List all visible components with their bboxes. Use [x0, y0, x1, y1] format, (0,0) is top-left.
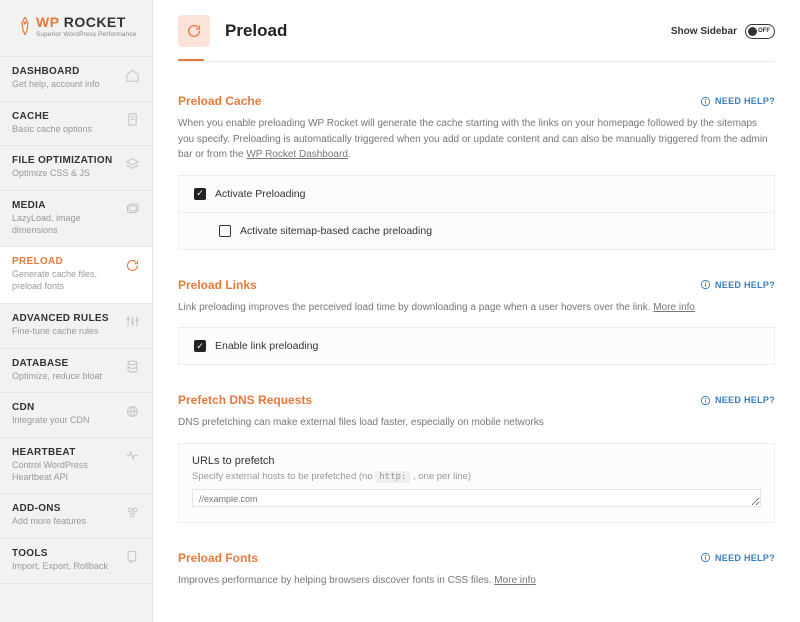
option-box: Enable link preloading	[178, 327, 775, 365]
layers-icon	[124, 156, 140, 172]
checkbox[interactable]	[219, 225, 231, 237]
nav-cdn[interactable]: CDNIntegrate your CDN	[0, 392, 152, 437]
media-icon	[125, 201, 140, 217]
nav-tools[interactable]: TOOLSImport, Export, Rollback	[0, 538, 152, 584]
page-header: Preload Show Sidebar OFF	[178, 15, 775, 59]
section-preload-fonts: Preload Fonts NEED HELP? Improves perfor…	[178, 551, 775, 589]
sidebar: WP ROCKET Superior WordPress Performance…	[0, 0, 153, 622]
section-preload-cache: Preload Cache NEED HELP? When you enable…	[178, 94, 775, 250]
heartbeat-icon	[125, 448, 140, 464]
need-help-link[interactable]: NEED HELP?	[700, 552, 775, 563]
preload-page-icon	[178, 15, 210, 47]
option-sitemap-preloading[interactable]: Activate sitemap-based cache preloading	[179, 212, 774, 249]
dashboard-link[interactable]: WP Rocket Dashboard	[246, 149, 348, 160]
need-help-link[interactable]: NEED HELP?	[700, 96, 775, 107]
nav-addons[interactable]: ADD-ONSAdd more features	[0, 493, 152, 538]
field-subtitle: Specify external hosts to be prefetched …	[192, 471, 761, 482]
refresh-icon	[125, 257, 140, 273]
main-content: Preload Show Sidebar OFF Preload Cache N…	[153, 0, 800, 622]
info-icon	[700, 552, 711, 563]
checkbox[interactable]	[194, 340, 206, 352]
section-description: When you enable preloading WP Rocket wil…	[178, 116, 775, 163]
more-info-link[interactable]: More info	[653, 302, 695, 313]
document-icon	[124, 112, 140, 128]
sliders-icon	[124, 314, 140, 330]
tools-icon	[124, 549, 140, 565]
urls-prefetch-textarea[interactable]	[192, 489, 761, 507]
section-title: Preload Fonts	[178, 551, 258, 565]
rocket-logo-icon	[18, 17, 32, 35]
nav-advanced-rules[interactable]: ADVANCED RULESFine-tune cache rules	[0, 303, 152, 348]
page-title: Preload	[225, 21, 656, 41]
more-info-link[interactable]: More info	[494, 575, 536, 586]
nav-heartbeat[interactable]: HEARTBEATControl WordPress Heartbeat API	[0, 437, 152, 493]
nav-media[interactable]: MEDIALazyLoad, image dimensions	[0, 190, 152, 246]
nav-cache[interactable]: CACHEBasic cache options	[0, 101, 152, 146]
option-activate-preloading[interactable]: Activate Preloading	[179, 176, 774, 212]
show-sidebar-label: Show Sidebar	[671, 26, 737, 37]
nav-database[interactable]: DATABASEOptimize, reduce bloat	[0, 348, 152, 393]
nav-file-optimization[interactable]: FILE OPTIMIZATIONOptimize CSS & JS	[0, 145, 152, 190]
need-help-link[interactable]: NEED HELP?	[700, 279, 775, 290]
info-icon	[700, 96, 711, 107]
home-icon	[124, 67, 140, 83]
option-enable-link-preloading[interactable]: Enable link preloading	[179, 328, 774, 364]
nav: DASHBOARDGet help, account info CACHEBas…	[0, 56, 152, 584]
section-title: Preload Cache	[178, 94, 261, 108]
database-icon	[124, 359, 140, 375]
section-title: Preload Links	[178, 278, 257, 292]
nav-dashboard[interactable]: DASHBOARDGet help, account info	[0, 56, 152, 101]
info-icon	[700, 279, 711, 290]
brand-logo: WP ROCKET Superior WordPress Performance	[0, 0, 152, 46]
section-description: Link preloading improves the perceived l…	[178, 300, 775, 316]
nav-preload[interactable]: PRELOADGenerate cache files, preload fon…	[0, 246, 152, 302]
globe-icon	[124, 403, 140, 419]
section-description: DNS prefetching can make external files …	[178, 415, 775, 431]
field-urls-prefetch: URLs to prefetch Specify external hosts …	[178, 443, 775, 523]
field-title: URLs to prefetch	[192, 455, 761, 467]
need-help-link[interactable]: NEED HELP?	[700, 395, 775, 406]
section-title: Prefetch DNS Requests	[178, 393, 312, 407]
checkbox[interactable]	[194, 188, 206, 200]
option-box: Activate Preloading Activate sitemap-bas…	[178, 175, 775, 250]
section-prefetch-dns: Prefetch DNS Requests NEED HELP? DNS pre…	[178, 393, 775, 523]
section-preload-links: Preload Links NEED HELP? Link preloading…	[178, 278, 775, 366]
section-description: Improves performance by helping browsers…	[178, 573, 775, 589]
info-icon	[700, 395, 711, 406]
puzzle-icon	[124, 504, 140, 520]
show-sidebar-toggle[interactable]: OFF	[745, 24, 775, 39]
